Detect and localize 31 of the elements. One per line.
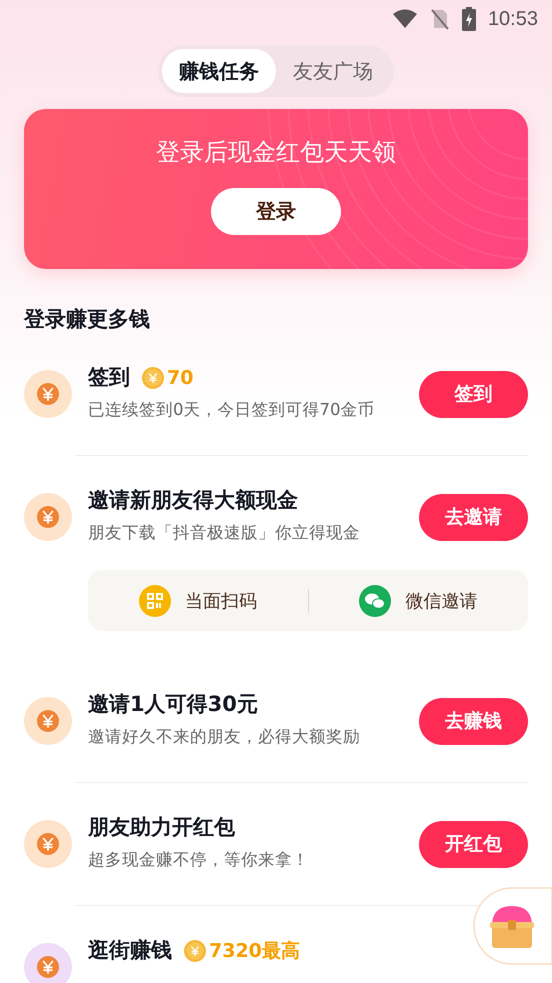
task-description: 朋友下载「抖音极速版」你立得现金 — [88, 522, 361, 544]
reward-amount: 70 — [167, 366, 194, 388]
task-description: 邀请好久不来的朋友，必得大额奖励 — [88, 726, 361, 748]
coin-icon — [142, 366, 164, 388]
wifi-icon — [392, 9, 418, 29]
task-button[interactable]: 签到 — [419, 370, 528, 418]
no-sim-icon — [430, 8, 450, 30]
task-title: 逛街赚钱 — [88, 937, 172, 964]
status-time: 10:53 — [488, 8, 538, 30]
invite-option[interactable]: 当面扫码 — [88, 570, 308, 631]
tab[interactable]: 赚钱任务 — [162, 49, 276, 93]
task-button[interactable]: 去赚钱 — [419, 698, 528, 744]
reward-amount: 7320最高 — [209, 938, 300, 964]
tab[interactable]: 友友广场 — [276, 49, 390, 93]
task-description: 已连续签到0天，今日签到可得70金币 — [88, 399, 376, 421]
task-title: 签到 — [88, 364, 130, 391]
battery-charging-icon — [462, 7, 476, 31]
task-button[interactable]: 去邀请 — [419, 494, 528, 540]
task-description: 超多现金赚不停，等你来拿！ — [88, 849, 310, 871]
coin-icon — [184, 940, 206, 962]
task-title: 邀请1人可得30元 — [88, 691, 258, 718]
section-title: 登录赚更多钱 — [24, 306, 151, 333]
invite-option[interactable]: 微信邀请 — [308, 570, 528, 631]
banner-title: 登录后现金红包天天领 — [156, 137, 396, 168]
task-button[interactable]: 开红包 — [419, 820, 528, 868]
treasure-chest-icon[interactable] — [472, 886, 552, 966]
task-title: 邀请新朋友得大额现金 — [88, 487, 298, 514]
task-title: 朋友助力开红包 — [88, 814, 235, 841]
qr-code-icon — [138, 584, 171, 616]
chat-bubbles-icon — [359, 584, 392, 616]
login-button[interactable]: 登录 — [211, 188, 341, 235]
